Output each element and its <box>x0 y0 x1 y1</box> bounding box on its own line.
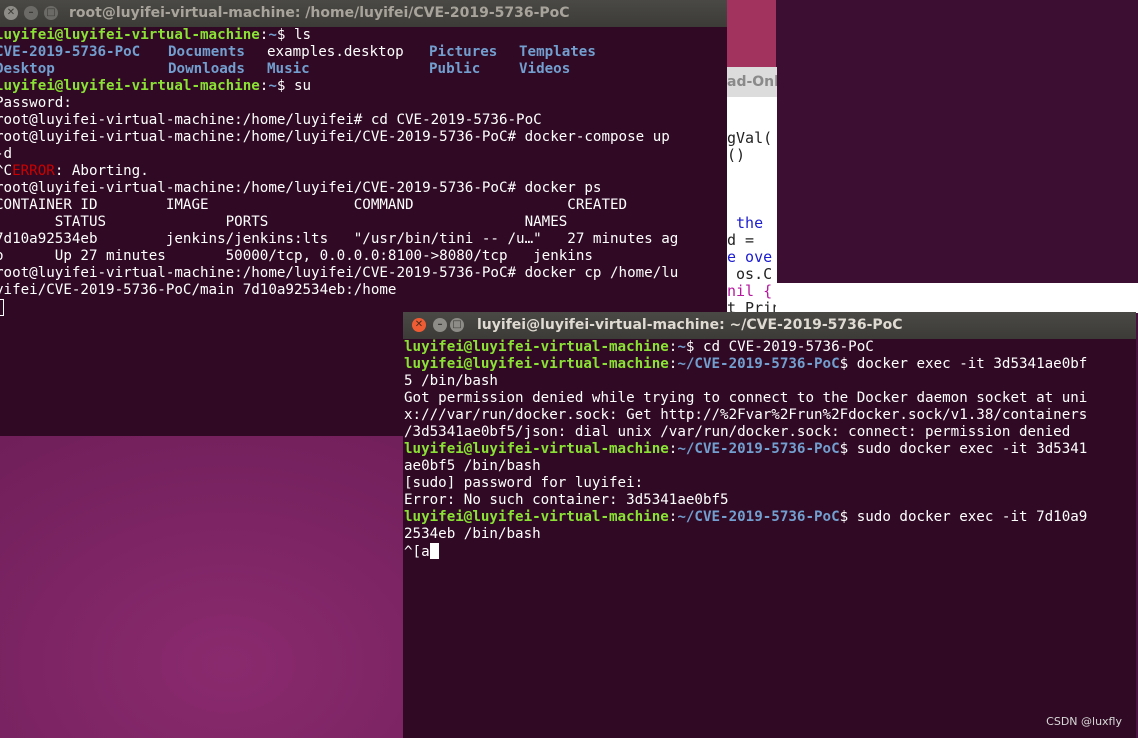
background-editor-window[interactable]: ad-Only gVal( () the d = e ove os.C nil … <box>726 67 777 313</box>
terminal-line: ^[a <box>404 543 439 561</box>
text-cursor <box>429 543 439 559</box>
command-text: su <box>293 78 312 94</box>
window-title: luyifei@luyifei-virtual-machine: ~/CVE-2… <box>477 317 903 333</box>
terminal-line: luyifei@luyifei-virtual-machine:~$ cd CV… <box>404 339 874 355</box>
editor-line: gVal( <box>727 129 773 147</box>
background-editor-extension <box>776 283 1138 313</box>
error-message: : Aborting. <box>54 163 149 179</box>
terminal-line: ae0bf5 /bin/bash <box>404 458 541 474</box>
prompt-user: luyifei@luyifei-virtual-machine <box>404 356 669 372</box>
command-text: ls <box>293 27 312 43</box>
close-button[interactable]: ✕ <box>412 318 426 332</box>
dir-entry: Public <box>429 61 481 77</box>
editor-line: d = <box>727 231 764 249</box>
prompt-user: luyifei@luyifei-virtual-machine <box>404 441 669 457</box>
terminal-line: STATUS PORTS NAMES <box>0 214 568 230</box>
prompt-user: luyifei@luyifei-virtual-machine <box>404 339 669 355</box>
terminal-line: root@luyifei-virtual-machine:/home/luyif… <box>0 129 670 145</box>
terminal-line: o Up 27 minutes 50000/tcp, 0.0.0.0:8100-… <box>0 248 593 264</box>
terminal-line: ^CERROR: Aborting. <box>0 163 149 180</box>
file-entry: examples.desktop <box>267 44 404 60</box>
minimize-button[interactable]: – <box>24 6 38 20</box>
terminal-line: 2534eb /bin/bash <box>404 526 541 542</box>
typed-input: ^[a <box>404 544 430 560</box>
prompt-path: ~/CVE-2019-5736-PoC <box>677 441 840 457</box>
dir-entry: Desktop <box>0 61 55 77</box>
terminal-line: 5 /bin/bash <box>404 373 498 389</box>
terminal-line: Got permission denied while trying to co… <box>404 390 1088 406</box>
terminal-output[interactable]: luyifei@luyifei-virtual-machine:~$ cd CV… <box>403 339 1136 738</box>
text-cursor <box>0 299 4 316</box>
dir-entry: Pictures <box>429 44 498 60</box>
dir-entry: Downloads <box>168 61 245 77</box>
terminal-line: root@luyifei-virtual-machine:/home/luyif… <box>0 112 542 128</box>
prompt-path: ~ <box>677 339 686 355</box>
editor-line: nil { <box>727 282 773 300</box>
prompt-user: luyifei@luyifei-virtual-machine <box>0 78 260 94</box>
terminal-line: luyifei@luyifei-virtual-machine:~/CVE-20… <box>404 356 1088 372</box>
window-title: root@luyifei-virtual-machine: /home/luyi… <box>69 5 570 21</box>
editor-line: e ove <box>727 248 773 266</box>
prompt-path: ~/CVE-2019-5736-PoC <box>677 356 840 372</box>
editor-line: () <box>727 146 746 164</box>
terminal-line: 7d10a92534eb jenkins/jenkins:lts "/usr/b… <box>0 231 679 247</box>
terminal-line: Password: <box>0 95 72 111</box>
terminal-line: yifei/CVE-2019-5736-PoC/main 7d10a92534e… <box>0 282 397 298</box>
prompt-user: luyifei@luyifei-virtual-machine <box>0 27 260 43</box>
terminal-line <box>0 299 4 318</box>
maximize-button[interactable]: □ <box>44 6 58 20</box>
command-text: sudo docker exec -it 3d5341 <box>848 441 1088 457</box>
prompt-user: luyifei@luyifei-virtual-machine <box>404 509 669 525</box>
error-word: ERROR <box>12 163 55 179</box>
title-bar[interactable]: ✕ – □ root@luyifei-virtual-machine: /hom… <box>0 0 727 27</box>
dir-entry: Documents <box>168 44 245 60</box>
user-terminal-window[interactable]: ✕ – □ luyifei@luyifei-virtual-machine: ~… <box>403 312 1136 738</box>
prompt-path: ~/CVE-2019-5736-PoC <box>677 509 840 525</box>
error-prefix: ^C <box>0 163 13 179</box>
close-button[interactable]: ✕ <box>4 6 18 20</box>
terminal-line: -d <box>0 146 13 162</box>
editor-line: os.C <box>727 265 773 283</box>
dir-entry: Music <box>267 61 310 77</box>
dir-entry: CVE-2019-5736-PoC <box>0 44 141 60</box>
terminal-line: root@luyifei-virtual-machine:/home/luyif… <box>0 265 679 281</box>
command-text: sudo docker exec -it 7d10a9 <box>848 509 1088 525</box>
command-text: cd CVE-2019-5736-PoC <box>694 339 874 355</box>
terminal-line: CONTAINER ID IMAGE COMMAND CREATED <box>0 197 628 213</box>
terminal-line: Error: No such container: 3d5341ae0bf5 <box>404 492 729 508</box>
terminal-line: luyifei@luyifei-virtual-machine:~/CVE-20… <box>404 509 1088 525</box>
terminal-line: x:///var/run/docker.sock: Get http://%2F… <box>404 407 1088 423</box>
dir-entry: Videos <box>519 61 571 77</box>
maximize-button[interactable]: □ <box>450 318 464 332</box>
terminal-line: luyifei@luyifei-virtual-machine:~/CVE-20… <box>404 441 1088 457</box>
desktop-background-dark <box>776 0 1138 283</box>
terminal-line: luyifei@luyifei-virtual-machine:~$ ls <box>0 27 311 44</box>
title-bar[interactable]: ✕ – □ luyifei@luyifei-virtual-machine: ~… <box>403 312 1136 339</box>
terminal-line: root@luyifei-virtual-machine:/home/luyif… <box>0 180 602 196</box>
dir-entry: Templates <box>519 44 596 60</box>
terminal-line: [sudo] password for luyifei: <box>404 475 644 491</box>
minimize-button[interactable]: – <box>433 318 447 332</box>
terminal-line: /3d5341ae0bf5/json: dial unix /var/run/d… <box>404 424 1071 440</box>
command-text: docker exec -it 3d5341ae0bf <box>848 356 1088 372</box>
terminal-line: luyifei@luyifei-virtual-machine:~$ su <box>0 78 311 95</box>
editor-line: the <box>727 214 773 232</box>
editor-header: ad-Only <box>727 67 777 97</box>
watermark: CSDN @luxfly <box>1046 715 1122 728</box>
